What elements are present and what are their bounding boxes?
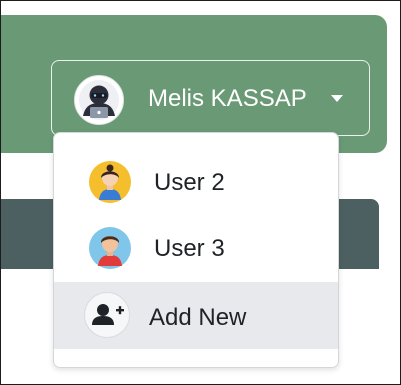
dropdown-item-label: User 3 [154,235,225,262]
caret-down-icon [331,95,343,102]
screenshot-frame: Melis KASSAP User 2 User 3 Add New [0,0,401,385]
female-user-avatar-icon [88,160,132,204]
current-user-name: Melis KASSAP [148,85,307,112]
dropdown-item-add-new[interactable]: Add New [54,282,338,349]
user-dropdown-menu: User 2 User 3 Add New [53,132,339,368]
add-new-label: Add New [149,304,247,331]
dropdown-item-user-2[interactable]: User 2 [54,149,338,213]
add-user-icon [84,292,130,338]
hacker-avatar-icon [74,75,124,125]
dropdown-item-label: User 2 [154,169,225,196]
male-user-avatar-icon [88,226,132,270]
user-menu-toggle[interactable]: Melis KASSAP [51,60,370,136]
dropdown-item-user-3[interactable]: User 3 [54,215,338,279]
